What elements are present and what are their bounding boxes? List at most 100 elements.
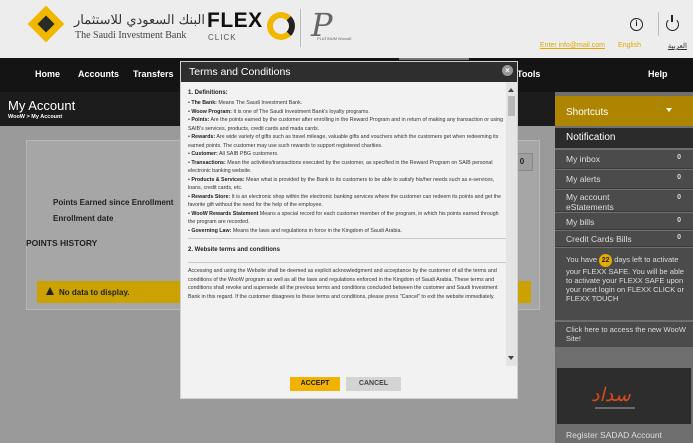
definition-term: Transactions:: [191, 159, 226, 166]
definition-term: Governing Law:: [191, 227, 232, 234]
shortcuts-dropdown[interactable]: Shortcuts: [555, 96, 693, 126]
definition-text: Are the points earned by the customer af…: [188, 117, 504, 132]
sidebar-item-alerts[interactable]: My alerts 0: [555, 170, 693, 189]
website-terms-heading: 2. Website terms and conditions: [188, 247, 280, 253]
definition-text: It is an electronic shop within the elec…: [188, 193, 502, 209]
saib-logo[interactable]: البنك السعودي للاستثمار The Saudi Invest…: [27, 5, 205, 48]
cancel-button[interactable]: CANCEL: [346, 377, 401, 391]
shortcuts-label: Shortcuts: [566, 107, 609, 118]
days-left-badge: 22: [599, 254, 613, 267]
definition-item: • Products & Services: Mean what is prov…: [188, 176, 495, 192]
definition-text: All SAIB PBG customers.: [219, 151, 279, 157]
warning-icon: [46, 287, 54, 295]
platinum-logo: P PLATINUM WoowE: [300, 6, 360, 47]
definition-item: • The Bank: Means The Saudi Investment B…: [188, 100, 303, 106]
definition-item: • Points: Are the points earned by the c…: [188, 117, 504, 132]
sidebar-item-bills[interactable]: My bills 0: [555, 213, 693, 230]
sidebar-item-count: 0: [677, 174, 681, 181]
sidebar-item-credit-cards-bills[interactable]: Credit Cards Bills 0: [555, 231, 693, 247]
definition-term: Rewards:: [191, 134, 216, 140]
flexx-safe-notice: You have 22 days left to activate your F…: [555, 248, 693, 320]
saib-diamond-icon: [27, 5, 65, 43]
modal-header: Terms and Conditions: [181, 62, 517, 82]
close-icon[interactable]: ×: [502, 65, 513, 76]
flex-logo-text: FLEX: [207, 9, 263, 32]
modal-title: Terms and Conditions: [189, 66, 291, 78]
sadad-logo: سداد: [591, 384, 631, 406]
nav-tools[interactable]: Tools: [517, 69, 540, 79]
english-link[interactable]: English: [618, 42, 641, 49]
sidebar-item-label: My bills: [566, 217, 595, 227]
section-divider: [188, 262, 506, 263]
sidebar-item-count: 0: [677, 154, 681, 161]
info-icon[interactable]: i: [630, 18, 643, 31]
breadcrumb[interactable]: WooW > My Account: [8, 114, 62, 120]
terms-modal: Terms and Conditions 1. Definitions: • T…: [180, 61, 518, 399]
flex-click-logo: FLEX CLICK: [207, 9, 295, 49]
register-sadad-link[interactable]: Register SADAD Account: [566, 430, 686, 440]
definition-text: Mean the activities/transactions execute…: [188, 159, 493, 175]
sidebar-item-label: Credit Cards Bills: [566, 234, 632, 244]
sidebar-item-estatements[interactable]: My account eStatements 0: [555, 190, 693, 212]
sidebar: Shortcuts Notification My inbox 0 My ale…: [555, 92, 693, 443]
points-earned-label: Points Earned since Enrollment: [53, 198, 174, 207]
sidebar-item-count: 0: [677, 217, 681, 224]
enrollment-date-label: Enrollment date: [53, 214, 114, 223]
modal-scrollbar[interactable]: [506, 82, 517, 366]
sidebar-item-inbox[interactable]: My inbox 0: [555, 150, 693, 169]
definition-item: • Woow Program: It is one of The Saudi I…: [188, 108, 370, 115]
safe-text-pre: You have: [566, 255, 598, 264]
section-divider: [188, 238, 506, 239]
definition-term: The Bank:: [191, 100, 217, 106]
definition-term: Points:: [191, 117, 210, 123]
notification-label: Notification: [566, 132, 616, 143]
no-data-text: No data to display.: [59, 288, 130, 297]
sidebar-item-label: My alerts: [566, 174, 601, 184]
flexx-safe-text: You have 22 days left to activate your F…: [566, 254, 688, 303]
definition-item: • Governing Law: Means the laws and regu…: [188, 227, 402, 234]
definition-term: WooW Rewards Statement: [191, 210, 259, 217]
woow-site-link-box[interactable]: Click here to access the new WooW Site!: [555, 322, 693, 347]
header-divider: [658, 12, 659, 36]
definition-term: Customer:: [191, 151, 218, 157]
definition-text: Are wide variety of gifts such as travel…: [188, 134, 499, 149]
scroll-thumb[interactable]: [508, 96, 515, 116]
sidebar-item-label: My inbox: [566, 154, 601, 164]
notification-header: Notification: [555, 128, 693, 148]
arabic-link[interactable]: العربية: [668, 42, 687, 50]
sadad-underline: [595, 407, 635, 409]
scroll-down-icon[interactable]: [508, 356, 514, 360]
bank-name-ar: البنك السعودي للاستثمار: [74, 13, 205, 28]
nav-active-indicator: [399, 58, 469, 60]
bank-name-en: The Saudi Investment Bank: [75, 30, 187, 41]
chevron-down-icon: [666, 108, 672, 112]
woow-site-link[interactable]: Click here to access the new WooW Site!: [566, 325, 691, 343]
definition-item: • Customer: All SAIB PBG customers.: [188, 151, 279, 157]
nav-home[interactable]: Home: [35, 69, 60, 79]
modal-body[interactable]: 1. Definitions: • The Bank: Means The Sa…: [188, 86, 506, 369]
flex-ring-icon: [267, 12, 295, 40]
definition-item: • Rewards: Are wide variety of gifts suc…: [188, 134, 499, 149]
header-links: i Enter info@mail.com English العربية: [487, 0, 687, 58]
definition-term: Rewards Store:: [191, 193, 231, 200]
sidebar-item-count: 0: [677, 234, 681, 241]
page-title: My Account: [8, 98, 76, 113]
nav-help[interactable]: Help: [648, 69, 668, 79]
logout-icon[interactable]: [666, 15, 679, 31]
scroll-up-icon[interactable]: [508, 88, 514, 92]
points-history-title: POINTS HISTORY: [26, 238, 98, 248]
definition-text: It is one of The Saudi Investment Bank's…: [233, 108, 370, 115]
platinum-logo-text: PLATINUM WoowE: [317, 36, 352, 41]
sidebar-item-label: My account eStatements: [566, 192, 614, 212]
accept-button[interactable]: ACCEPT: [290, 377, 340, 391]
definition-text: Means The Saudi Investment Bank.: [218, 100, 303, 106]
definition-text: Means the laws and regulations in force …: [232, 227, 402, 234]
sidebar-item-count: 0: [677, 194, 681, 201]
flex-logo-sub: CLICK: [208, 33, 237, 42]
definition-item: • Transactions: Mean the activities/tran…: [188, 159, 493, 175]
nav-accounts[interactable]: Accounts: [78, 69, 119, 79]
sadad-banner[interactable]: سداد: [557, 368, 691, 424]
enter-email-link[interactable]: Enter info@mail.com: [540, 42, 605, 49]
nav-transfers[interactable]: Transfers: [133, 69, 174, 79]
acceptance-paragraph: Accessing and using the Website shall be…: [188, 268, 498, 300]
